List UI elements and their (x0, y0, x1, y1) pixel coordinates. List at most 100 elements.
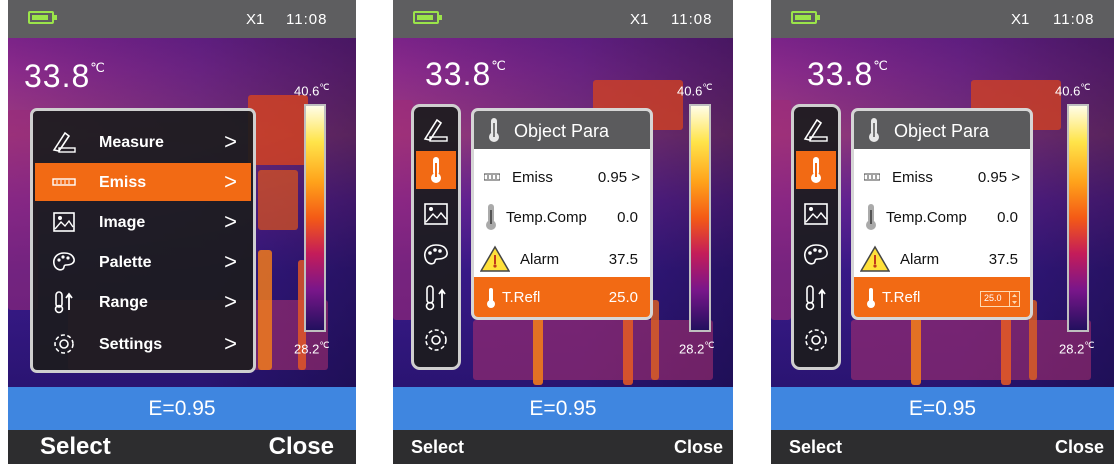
emiss-icon (484, 173, 500, 181)
param-row-emiss[interactable]: Emiss 0.95 > (474, 157, 650, 199)
scale-min: 28.2℃ (679, 340, 714, 356)
select-softkey[interactable]: Select (789, 437, 842, 458)
chevron-right-icon: > (224, 209, 237, 234)
param-label: Alarm (520, 251, 560, 268)
param-label: Emiss (512, 169, 553, 186)
range-icon (54, 291, 73, 314)
image-icon[interactable] (419, 199, 453, 229)
settings-icon (54, 334, 74, 354)
param-value: 37.5 (608, 251, 638, 268)
palette-icon (53, 252, 75, 271)
measure-icon (52, 131, 76, 153)
menu-item-label: Range (99, 294, 148, 311)
zoom-level: X1 (246, 11, 265, 28)
param-value: 0.95 > (597, 169, 640, 186)
alarm-warning-icon (480, 245, 510, 272)
panel-title-bar: Object Para (854, 111, 1030, 149)
panel-title: Object Para (514, 121, 610, 141)
color-scale-bar (689, 104, 711, 332)
emiss-icon (52, 178, 76, 186)
param-row-emiss[interactable]: Emiss 0.95 > (854, 157, 1030, 199)
chevron-right-icon: > (224, 249, 237, 274)
image-icon[interactable] (799, 199, 833, 229)
center-temperature-value: 33.8 (807, 56, 874, 92)
param-row-alarm[interactable]: Alarm 37.5 (854, 239, 1030, 281)
thermometer-icon (489, 118, 499, 142)
battery-icon (791, 11, 820, 24)
thermometer-icon (487, 288, 495, 308)
select-softkey[interactable]: Select (411, 437, 464, 458)
close-softkey[interactable]: Close (674, 437, 723, 458)
up-down-arrows-icon[interactable] (1009, 292, 1019, 306)
center-temperature: 33.8℃ (807, 56, 889, 93)
close-softkey[interactable]: Close (1055, 437, 1104, 458)
menu-item-settings[interactable]: Settings > (35, 325, 251, 363)
t-refl-value-editor[interactable]: 25.0 (980, 291, 1020, 307)
thermometer-icon (486, 204, 496, 230)
range-icon[interactable] (799, 283, 833, 313)
color-scale-bar (1067, 104, 1089, 332)
temperature-unit: ℃ (90, 60, 106, 75)
select-softkey[interactable]: Select (40, 433, 111, 461)
scale-unit: ℃ (1084, 340, 1095, 350)
emissivity-bar: E=0.95 (393, 387, 733, 430)
scale-max: 40.6℃ (294, 82, 329, 98)
param-value: 0.95 > (977, 169, 1020, 186)
thermometer-icon (869, 118, 879, 142)
param-row-temp-comp[interactable]: Temp.Comp 0.0 (854, 197, 1030, 239)
center-temperature-value: 33.8 (425, 56, 492, 92)
clock: 11:08 (671, 11, 713, 28)
scale-unit: ℃ (1080, 82, 1091, 92)
temperature-unit: ℃ (873, 58, 889, 73)
menu-item-palette[interactable]: Palette > (35, 243, 251, 281)
object-para-panel: Object Para Emiss 0.95 > Temp.Comp 0.0 A… (851, 108, 1033, 320)
thermal-screen-2: X1 11:08 33.8℃ 40.6℃ 28.2℃ Object Para E… (393, 0, 733, 464)
softkey-bar: Select Close (8, 430, 356, 464)
temperature-icon[interactable] (796, 151, 836, 189)
scale-min-value: 28.2 (1059, 341, 1085, 357)
menu-item-label: Settings (99, 336, 163, 353)
panel-title: Object Para (894, 121, 990, 141)
object-para-panel: Object Para Emiss 0.95 > Temp.Comp 0.0 A… (471, 108, 653, 320)
measure-icon[interactable] (419, 115, 453, 145)
range-icon[interactable] (419, 283, 453, 313)
temperature-icon[interactable] (416, 151, 456, 189)
side-menu (411, 104, 461, 370)
main-menu: Measure > Emiss > Image > Palette > Rang… (30, 108, 256, 373)
param-label: T.Refl (882, 289, 921, 306)
status-bar: X1 11:08 (771, 0, 1114, 38)
side-menu (791, 104, 841, 370)
battery-icon (413, 11, 442, 24)
scale-max: 40.6℃ (677, 82, 712, 98)
scale-min: 28.2℃ (294, 340, 329, 356)
scale-max-value: 40.6 (294, 83, 320, 99)
param-label: Emiss (892, 169, 933, 186)
scale-unit: ℃ (319, 340, 330, 350)
emissivity-bar: E=0.95 (8, 387, 356, 430)
menu-item-measure[interactable]: Measure > (35, 123, 251, 161)
clock: 11:08 (1053, 11, 1095, 28)
settings-icon[interactable] (419, 325, 453, 355)
param-row-t-refl[interactable]: T.Refl 25.0 (474, 277, 650, 317)
chevron-right-icon: > (224, 331, 237, 356)
center-temperature-value: 33.8 (24, 58, 91, 94)
palette-icon[interactable] (799, 241, 833, 271)
menu-item-range[interactable]: Range > (35, 283, 251, 321)
palette-icon[interactable] (419, 241, 453, 271)
param-value: 25.0 (984, 293, 1002, 303)
param-value: 37.5 (988, 251, 1018, 268)
measure-icon[interactable] (799, 115, 833, 145)
param-row-alarm[interactable]: Alarm 37.5 (474, 239, 650, 281)
menu-item-label: Measure (99, 134, 164, 151)
scale-max-value: 40.6 (677, 83, 703, 99)
chevron-right-icon: > (224, 129, 237, 154)
param-label: Alarm (900, 251, 940, 268)
menu-item-emiss[interactable]: Emiss > (35, 163, 251, 201)
scale-min-value: 28.2 (679, 341, 705, 357)
param-row-t-refl[interactable]: T.Refl 25.0 (854, 277, 1030, 317)
settings-icon[interactable] (799, 325, 833, 355)
color-scale-bar (304, 104, 326, 332)
menu-item-image[interactable]: Image > (35, 203, 251, 241)
param-row-temp-comp[interactable]: Temp.Comp 0.0 (474, 197, 650, 239)
close-softkey[interactable]: Close (269, 433, 334, 461)
